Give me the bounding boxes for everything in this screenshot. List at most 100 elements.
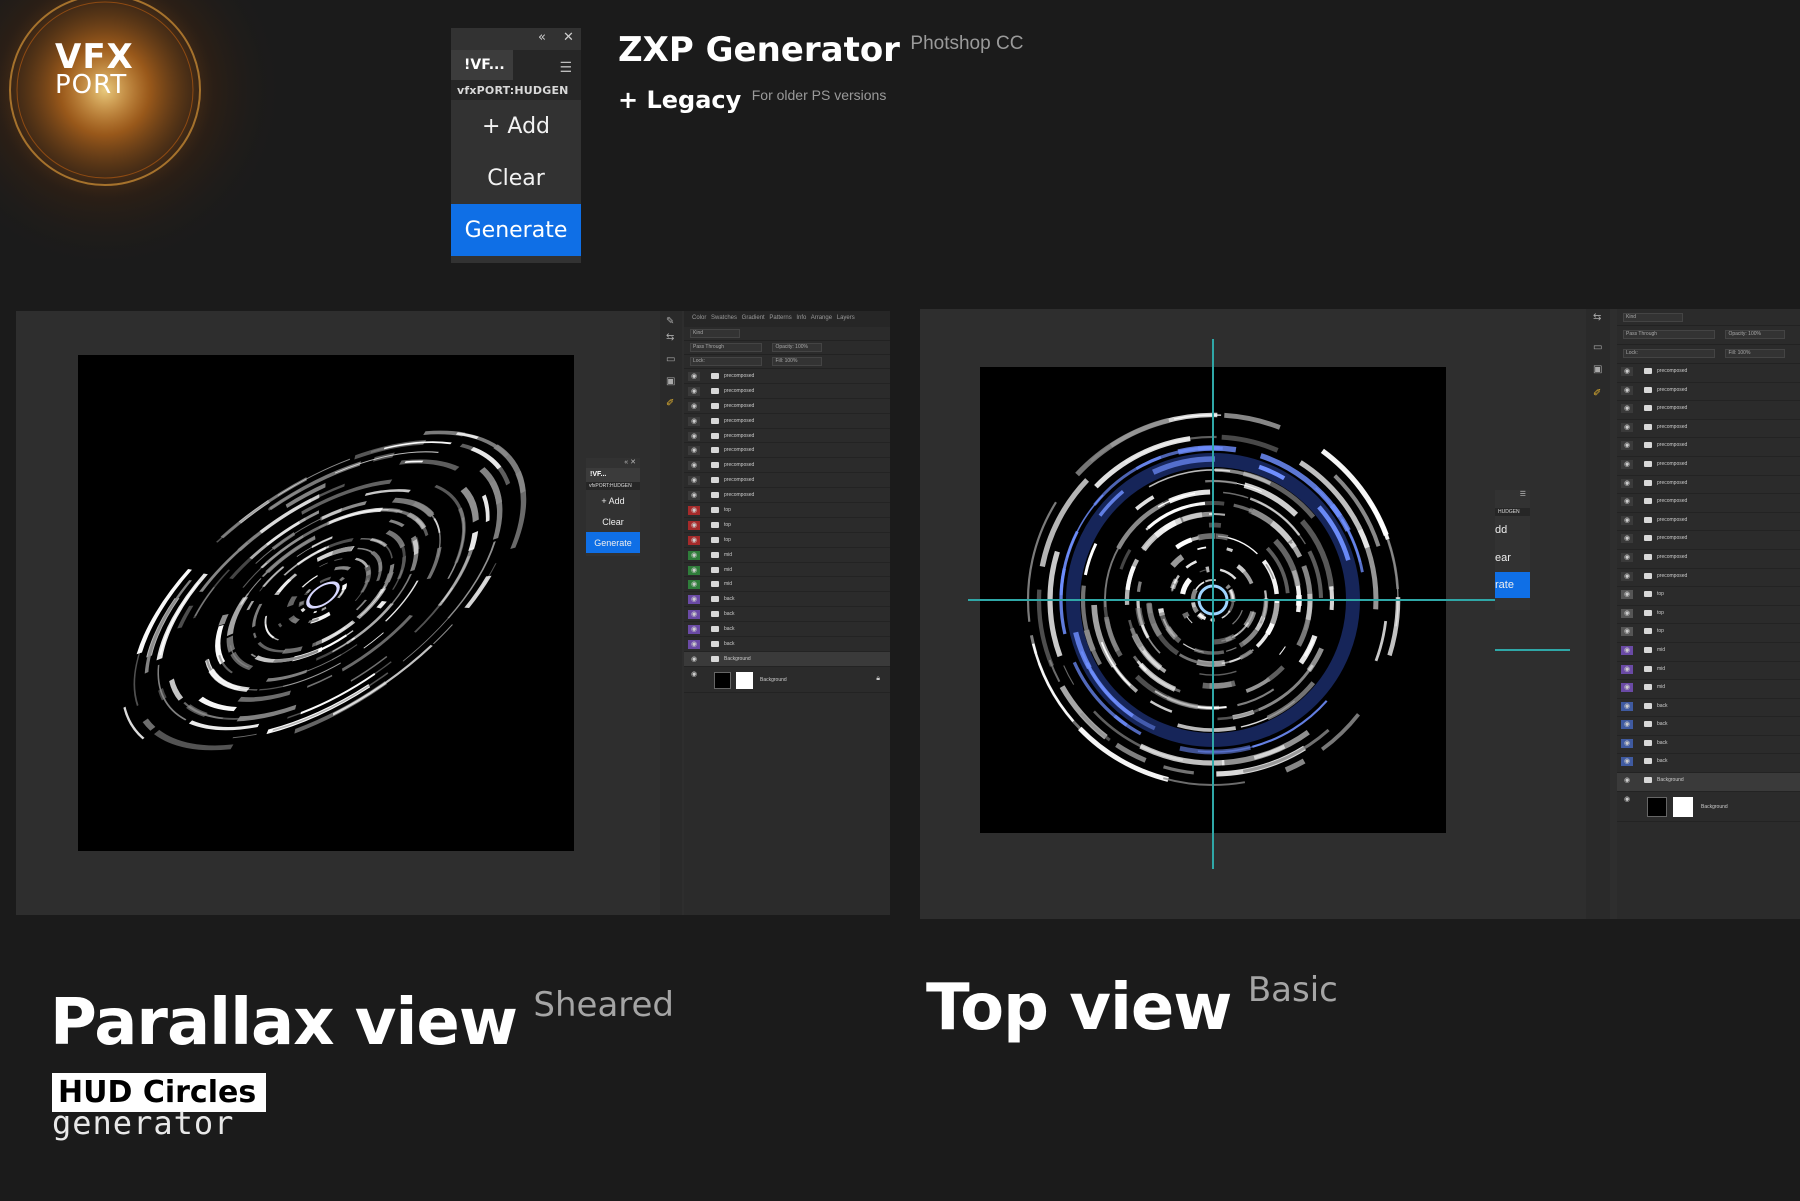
layer-row[interactable]: ◉ precomposed: [1617, 513, 1800, 532]
layer-row[interactable]: ◉ back: [1617, 736, 1800, 755]
opacity-field[interactable]: Opacity: 100%: [772, 343, 823, 352]
eye-icon[interactable]: ◉: [688, 461, 700, 471]
eye-icon[interactable]: ◉: [1621, 683, 1633, 693]
eye-icon[interactable]: ◉: [1621, 497, 1633, 507]
layer-row[interactable]: ◉ top: [1617, 624, 1800, 643]
layer-row[interactable]: ◉ precomposed: [1617, 531, 1800, 550]
image-tool-icon-right[interactable]: ▣: [1593, 365, 1603, 375]
layer-row[interactable]: ◉ precomposed: [684, 429, 890, 444]
eye-icon[interactable]: ◉: [1621, 552, 1633, 562]
layer-row[interactable]: ◉ back: [1617, 699, 1800, 718]
layer-row[interactable]: ◉ precomposed: [1617, 457, 1800, 476]
mini-add-button-right[interactable]: dd: [1495, 516, 1530, 544]
layer-row[interactable]: ◉ precomposed: [684, 384, 890, 399]
layer-row[interactable]: ◉ precomposed: [684, 369, 890, 384]
eye-icon[interactable]: ◉: [688, 565, 700, 575]
layer-row[interactable]: ◉ precomposed: [1617, 401, 1800, 420]
eye-icon[interactable]: ◉: [688, 446, 700, 456]
eye-icon[interactable]: ◉: [1621, 701, 1633, 711]
layer-row[interactable]: ◉ mid: [684, 548, 890, 563]
pencil-tool-icon-right[interactable]: ✐: [1593, 389, 1603, 399]
layer-kind-filter[interactable]: Kind: [690, 329, 740, 338]
layer-row[interactable]: ◉ precomposed: [684, 443, 890, 459]
eye-icon[interactable]: ◉: [688, 610, 700, 620]
layer-row[interactable]: ◉ precomposed: [684, 399, 890, 414]
lock-controls[interactable]: Lock:: [690, 357, 762, 366]
move-tool-icon-right[interactable]: ⇆: [1593, 313, 1603, 323]
eye-icon[interactable]: ◉: [688, 476, 700, 486]
panel-menu-icon[interactable]: ☰: [559, 59, 572, 76]
layer-row[interactable]: ◉ top: [684, 533, 890, 548]
layer-row[interactable]: ◉ precomposed: [1617, 550, 1800, 569]
layer-row[interactable]: ◉ mid: [684, 563, 890, 578]
eye-icon[interactable]: ◉: [1621, 367, 1633, 376]
layer-row[interactable]: ◉ back: [684, 637, 890, 652]
eye-icon[interactable]: ◉: [1621, 664, 1633, 674]
layer-row[interactable]: ◉ mid: [1617, 643, 1800, 662]
clear-button[interactable]: Clear: [451, 152, 581, 204]
layer-row[interactable]: ◉ back: [684, 607, 890, 623]
layer-row[interactable]: ◉ back: [1617, 754, 1800, 774]
layer-row[interactable]: ◉ top: [1617, 606, 1800, 625]
mini-add-button[interactable]: + Add: [586, 490, 640, 511]
mini-plugin-tab[interactable]: !VF...: [586, 468, 640, 482]
eye-icon[interactable]: ◉: [1621, 534, 1633, 544]
eye-icon[interactable]: ◉: [688, 535, 700, 545]
brush-tool-icon[interactable]: ✎: [666, 317, 676, 327]
eye-icon[interactable]: ◉: [1621, 757, 1633, 767]
image-tool-icon[interactable]: ▣: [666, 377, 676, 387]
layer-row[interactable]: ◉ precomposed: [684, 458, 890, 474]
eye-icon[interactable]: ◉: [688, 550, 700, 560]
layer-row[interactable]: ◉ Background: [1617, 773, 1800, 792]
folder-tool-icon-right[interactable]: ▭: [1593, 343, 1603, 353]
mini-panel-menu-icon[interactable]: ☰: [1495, 490, 1530, 508]
eye-icon[interactable]: ◉: [1621, 720, 1633, 730]
fill-field[interactable]: Fill: 100%: [772, 357, 823, 366]
blend-mode-select[interactable]: Pass Through: [690, 343, 762, 352]
layer-row[interactable]: ◉ back: [684, 592, 890, 608]
layer-row[interactable]: ◉ Background: [684, 651, 890, 667]
eye-icon[interactable]: ◉: [688, 595, 700, 605]
layer-row[interactable]: ◉ precomposed: [1617, 383, 1800, 402]
eye-icon[interactable]: ◉: [688, 580, 700, 590]
eye-icon[interactable]: ◉: [688, 506, 700, 516]
eye-icon[interactable]: ◉: [688, 670, 700, 679]
eye-icon[interactable]: ◉: [1621, 608, 1633, 618]
close-icon[interactable]: ✕: [563, 30, 574, 45]
layer-row[interactable]: ◉ precomposed: [684, 414, 890, 429]
collapse-icon[interactable]: «: [538, 30, 546, 45]
folder-tool-icon[interactable]: ▭: [666, 355, 676, 365]
mini-clear-button-right[interactable]: ear: [1495, 544, 1530, 572]
layer-row[interactable]: ◉ mid: [1617, 680, 1800, 699]
pencil-tool-icon[interactable]: ✐: [666, 399, 676, 409]
eye-icon[interactable]: ◉: [688, 520, 700, 530]
layer-row[interactable]: ◉ mid: [684, 577, 890, 593]
background-layer-row-right[interactable]: ◉ Background: [1617, 792, 1800, 822]
eye-icon[interactable]: ◉: [1621, 515, 1633, 525]
layer-row[interactable]: ◉ precomposed: [1617, 438, 1800, 457]
lock-controls-right[interactable]: Lock:: [1623, 349, 1715, 358]
eye-icon[interactable]: ◉: [1621, 795, 1633, 804]
mini-generate-button-right[interactable]: rate: [1495, 572, 1530, 598]
layer-row[interactable]: ◉ precomposed: [1617, 364, 1800, 383]
layer-row[interactable]: ◉ precomposed: [1617, 420, 1800, 439]
layer-kind-filter-right[interactable]: Kind: [1623, 313, 1683, 322]
layer-row[interactable]: ◉ top: [684, 503, 890, 518]
eye-icon[interactable]: ◉: [688, 640, 700, 650]
eye-icon[interactable]: ◉: [1621, 776, 1633, 786]
layer-row[interactable]: ◉ precomposed: [684, 488, 890, 504]
eye-icon[interactable]: ◉: [688, 386, 700, 396]
eye-icon[interactable]: ◉: [688, 625, 700, 635]
layer-row[interactable]: ◉ top: [684, 518, 890, 533]
eye-icon[interactable]: ◉: [1621, 645, 1633, 655]
mini-clear-button[interactable]: Clear: [586, 511, 640, 532]
blend-mode-select-right[interactable]: Pass Through: [1623, 330, 1715, 339]
layer-row[interactable]: ◉ precomposed: [1617, 569, 1800, 588]
eye-icon[interactable]: ◉: [1621, 627, 1633, 637]
move-tool-icon[interactable]: ⇆: [666, 333, 676, 343]
eye-icon[interactable]: ◉: [688, 372, 700, 381]
eye-icon[interactable]: ◉: [1621, 441, 1633, 451]
layer-row[interactable]: ◉ top: [1617, 587, 1800, 606]
background-layer-row[interactable]: ◉ Background 🔒︎: [684, 667, 890, 693]
layers-tabs[interactable]: Color Swatches Gradient Patterns Info Ar…: [684, 311, 890, 327]
